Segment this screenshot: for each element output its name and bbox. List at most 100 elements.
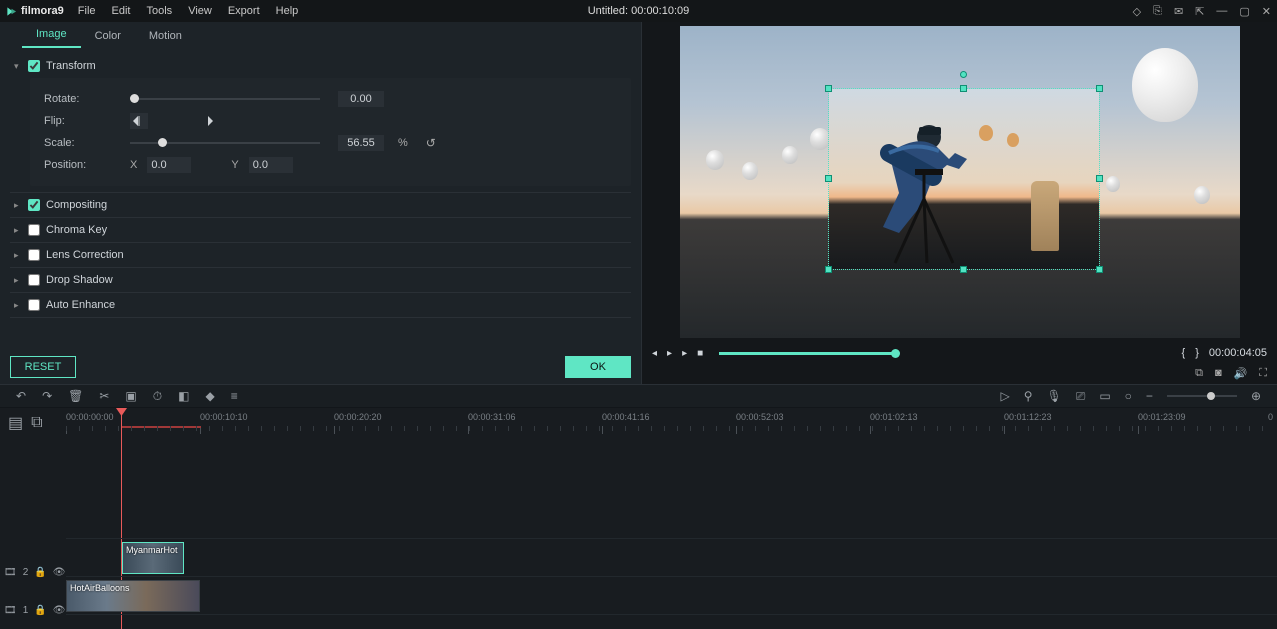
resize-handle-w[interactable]	[825, 175, 832, 182]
lens-correction-checkbox[interactable]	[28, 249, 40, 261]
timeline-clip[interactable]: HotAirBalloons	[66, 580, 200, 612]
pin-icon[interactable]: ⇱	[1195, 5, 1204, 18]
position-y-input[interactable]	[249, 157, 293, 173]
flip-horizontal-button[interactable]	[130, 113, 148, 129]
preview-scrubber[interactable]	[719, 352, 895, 355]
split-icon[interactable]: ✂	[99, 389, 109, 404]
menu-export[interactable]: Export	[228, 5, 260, 17]
reset-button[interactable]: RESET	[10, 356, 76, 378]
track-header-2[interactable]: 🎞 2 🔒 👁	[0, 553, 66, 591]
mark-out-button[interactable]: }	[1195, 347, 1199, 359]
resize-handle-s[interactable]	[960, 266, 967, 273]
mixer-icon[interactable]: ⎚	[1076, 389, 1086, 404]
maximize-button[interactable]: ▢	[1239, 5, 1249, 18]
settings-icon[interactable]: ○	[1125, 389, 1132, 403]
track-visibility-icon[interactable]: 👁	[53, 567, 66, 578]
user-icon[interactable]: ◇	[1133, 5, 1141, 18]
scale-slider[interactable]	[130, 142, 320, 144]
mail-icon[interactable]: ✉	[1174, 5, 1183, 18]
track-lock-icon[interactable]: 🔒	[34, 605, 46, 616]
resize-handle-n[interactable]	[960, 85, 967, 92]
speed-icon[interactable]: ⏱	[153, 389, 162, 404]
scale-reset-icon[interactable]: ↺	[426, 136, 436, 150]
transform-selection[interactable]	[828, 88, 1100, 270]
menu-file[interactable]: File	[78, 5, 96, 17]
menu-view[interactable]: View	[188, 5, 212, 17]
position-x-input[interactable]	[147, 157, 191, 173]
keyframe-icon[interactable]: ◆	[205, 389, 214, 404]
delete-icon[interactable]: 🗑	[68, 389, 83, 404]
ruler-tick: 00:00:31:06	[468, 412, 516, 422]
minimize-button[interactable]: —	[1216, 5, 1227, 17]
compositing-checkbox[interactable]	[28, 199, 40, 211]
track-manage-icon[interactable]: ▭	[1099, 389, 1110, 403]
prev-frame-button[interactable]: ◂	[652, 348, 657, 359]
more-icon[interactable]: ≡	[231, 389, 238, 404]
resize-handle-se[interactable]	[1096, 266, 1103, 273]
track-lock-icon[interactable]: 🔒	[34, 567, 46, 578]
fullscreen-icon[interactable]: ⛶	[1259, 367, 1267, 380]
scale-value[interactable]	[338, 135, 384, 151]
rotate-value[interactable]	[338, 91, 384, 107]
section-chroma-key-header[interactable]: ▸ Chroma Key	[14, 224, 631, 236]
transform-checkbox[interactable]	[28, 60, 40, 72]
marker-icon[interactable]: ⚲	[1024, 389, 1033, 403]
close-button[interactable]: ✕	[1262, 5, 1271, 18]
preview-canvas[interactable]	[680, 26, 1240, 338]
play-button[interactable]: ▸	[667, 348, 672, 359]
section-transform-header[interactable]: ▾ Transform	[14, 60, 631, 72]
clip-label: MyanmarHot	[126, 545, 178, 555]
clip-trim-handle[interactable]	[183, 543, 184, 573]
menu-help[interactable]: Help	[276, 5, 299, 17]
volume-icon[interactable]: 🔊	[1234, 367, 1248, 380]
timeline-ruler[interactable]: 00:00:00:00 00:00:10:10 00:00:20:20 00:0…	[66, 408, 1277, 438]
save-icon[interactable]: ⎘	[1153, 5, 1162, 18]
rotate-handle[interactable]	[960, 71, 967, 78]
render-icon[interactable]: ▷	[1000, 389, 1009, 403]
flip-vertical-button[interactable]	[198, 113, 216, 129]
section-auto-enhance-header[interactable]: ▸ Auto Enhance	[14, 299, 631, 311]
drop-shadow-checkbox[interactable]	[28, 274, 40, 286]
menu-edit[interactable]: Edit	[112, 5, 131, 17]
resize-handle-e[interactable]	[1096, 175, 1103, 182]
decor-balloon	[1194, 186, 1210, 204]
section-lens-correction-header[interactable]: ▸ Lens Correction	[14, 249, 631, 261]
track-header-1[interactable]: 🎞 1 🔒 👁	[0, 591, 66, 629]
quality-icon[interactable]: ⧉	[1195, 367, 1203, 380]
color-icon[interactable]: ◧	[178, 389, 189, 404]
position-y-label: Y	[231, 159, 238, 171]
track-film-icon: 🎞	[4, 605, 17, 616]
tab-color[interactable]: Color	[81, 24, 135, 48]
crop-icon[interactable]: ▣	[125, 389, 136, 404]
zoom-out-icon[interactable]: −	[1146, 389, 1153, 403]
auto-enhance-checkbox[interactable]	[28, 299, 40, 311]
ok-button[interactable]: OK	[565, 356, 631, 378]
resize-handle-nw[interactable]	[825, 85, 832, 92]
timeline-mode-icon[interactable]: ▤	[8, 413, 23, 433]
zoom-fit-icon[interactable]: ⊕	[1251, 389, 1261, 403]
track-visibility-icon[interactable]: 👁	[53, 605, 66, 616]
snapshot-icon[interactable]: ◙	[1215, 367, 1222, 379]
menu-tools[interactable]: Tools	[147, 5, 173, 17]
timeline-tracks-area[interactable]: 00:00:00:00 00:00:10:10 00:00:20:20 00:0…	[66, 408, 1277, 629]
stop-button[interactable]: ■	[697, 348, 703, 359]
timeline-clip[interactable]: MyanmarHot	[122, 542, 184, 574]
chroma-key-checkbox[interactable]	[28, 224, 40, 236]
resize-handle-sw[interactable]	[825, 266, 832, 273]
decor-balloon	[1106, 176, 1120, 192]
redo-icon[interactable]: ↷	[42, 389, 52, 404]
undo-icon[interactable]: ↶	[16, 389, 26, 404]
tab-image[interactable]: Image	[22, 22, 81, 48]
resize-handle-ne[interactable]	[1096, 85, 1103, 92]
section-drop-shadow-header[interactable]: ▸ Drop Shadow	[14, 274, 631, 286]
next-frame-button[interactable]: ▸	[682, 348, 687, 359]
position-x-label: X	[130, 159, 137, 171]
link-icon[interactable]: ⧉	[31, 414, 42, 432]
mark-in-button[interactable]: {	[1182, 347, 1186, 359]
zoom-slider[interactable]	[1167, 395, 1237, 397]
section-compositing-header[interactable]: ▸ Compositing	[14, 199, 631, 211]
voiceover-icon[interactable]: 🎙	[1046, 389, 1061, 403]
tab-motion[interactable]: Motion	[135, 24, 196, 48]
track-film-icon: 🎞	[4, 567, 17, 578]
rotate-slider[interactable]	[130, 98, 320, 100]
